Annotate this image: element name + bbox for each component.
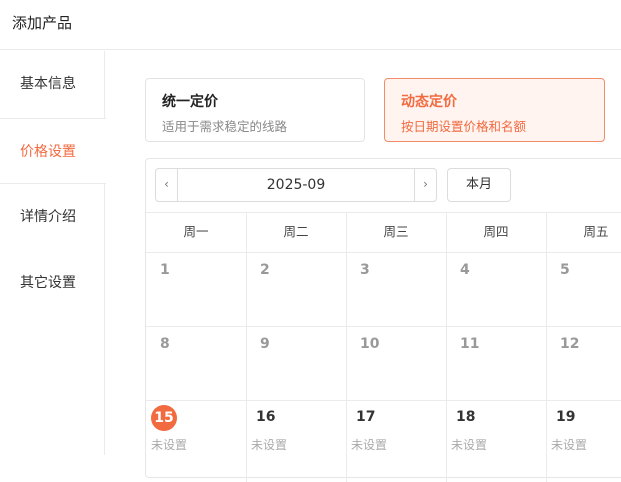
calendar-day-cell[interactable]: 11 (446, 327, 546, 400)
day-number: 12 (560, 336, 580, 352)
day-number: 19 (556, 409, 576, 425)
day-status: 未设置 (151, 438, 188, 452)
sidebar-item-basic-info[interactable]: 基本信息 (0, 51, 105, 117)
weekday-header: 周一 (183, 224, 209, 239)
day-number: 17 (356, 409, 376, 425)
day-number: 9 (260, 336, 270, 352)
sidebar-item-label: 详情介绍 (20, 209, 76, 225)
pricing-option-dynamic[interactable]: 动态定价 按日期设置价格和名额 (384, 78, 605, 142)
pricing-option-title: 统一定价 (162, 94, 218, 110)
day-number-today: 15 (151, 405, 177, 431)
calendar-day-cell[interactable]: 19 未设置 (546, 401, 621, 461)
calendar-day-cell[interactable]: 12 (546, 327, 621, 400)
calendar-day-cell[interactable]: 18 未设置 (446, 401, 546, 461)
calendar-day-cell[interactable]: 8 (146, 327, 246, 400)
day-number: 8 (160, 336, 170, 352)
chevron-right-icon: › (423, 177, 428, 191)
day-number: 10 (360, 336, 380, 352)
day-number: 2 (260, 262, 270, 278)
weekday-header: 周四 (483, 224, 509, 239)
calendar-day-cell[interactable]: 5 (546, 253, 621, 326)
calendar-day-cell[interactable]: 2 (246, 253, 346, 326)
sidebar-nav: 基本信息 价格设置 详情介绍 其它设置 (0, 51, 106, 455)
sidebar-item-label: 基本信息 (20, 76, 76, 92)
sidebar-item-price-settings[interactable]: 价格设置 (0, 118, 106, 184)
page-title: 添加产品 (12, 14, 73, 32)
day-status: 未设置 (551, 438, 588, 452)
weekday-header: 周二 (283, 224, 309, 239)
calendar-day-cell[interactable]: 16 未设置 (246, 401, 346, 461)
sidebar-item-label: 价格设置 (20, 144, 76, 160)
sidebar-item-other-settings[interactable]: 其它设置 (0, 250, 105, 316)
calendar-day-cell[interactable]: 1 (146, 253, 246, 326)
day-number: 18 (456, 409, 476, 425)
month-picker: ‹ 2025-09 › (155, 168, 437, 202)
day-status: 未设置 (251, 438, 288, 452)
pricing-option-uniform[interactable]: 统一定价 适用于需求稳定的线路 (145, 78, 365, 142)
next-month-button[interactable]: › (414, 169, 436, 201)
day-status: 未设置 (451, 438, 488, 452)
calendar-day-cell[interactable]: 9 (246, 327, 346, 400)
chevron-left-icon: ‹ (164, 177, 169, 191)
prev-month-button[interactable]: ‹ (156, 169, 178, 201)
calendar-day-cell[interactable]: 3 (346, 253, 446, 326)
price-calendar: ‹ 2025-09 › 本月 周一 周二 周三 周四 周五 1 2 3 4 5 … (145, 158, 621, 482)
day-number: 4 (460, 262, 470, 278)
day-number: 16 (256, 409, 276, 425)
pricing-option-title: 动态定价 (401, 94, 457, 110)
pricing-option-desc: 按日期设置价格和名额 (401, 119, 527, 134)
weekday-header: 周五 (583, 224, 609, 239)
day-number: 5 (560, 262, 570, 278)
sidebar-item-label: 其它设置 (20, 275, 76, 291)
day-status: 未设置 (351, 438, 388, 452)
calendar-day-cell-today[interactable]: 15 未设置 (146, 401, 246, 461)
sidebar-item-details[interactable]: 详情介绍 (0, 184, 105, 250)
pricing-option-desc: 适用于需求稳定的线路 (162, 119, 288, 134)
current-month[interactable]: 2025-09 (178, 169, 414, 201)
calendar-day-cell[interactable]: 4 (446, 253, 546, 326)
calendar-day-cell[interactable]: 17 未设置 (346, 401, 446, 461)
calendar-day-cell[interactable]: 10 (346, 327, 446, 400)
weekday-header: 周三 (383, 224, 409, 239)
page-header: 添加产品 (0, 0, 621, 50)
this-month-button[interactable]: 本月 (447, 168, 511, 202)
day-number: 11 (460, 336, 480, 352)
day-number: 3 (360, 262, 370, 278)
day-number: 1 (160, 262, 170, 278)
